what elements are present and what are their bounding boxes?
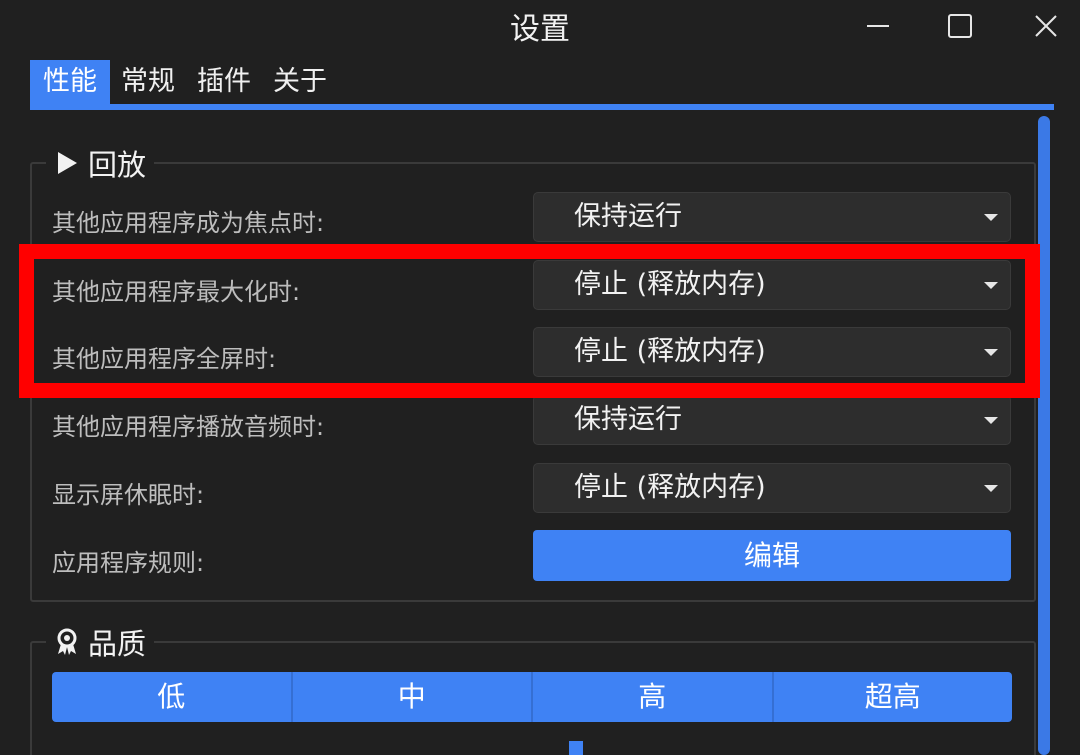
slider-handle[interactable]: [569, 741, 583, 755]
dropdown-value: 停止 (释放内存): [574, 472, 766, 503]
dropdown-value: 保持运行: [574, 201, 682, 232]
focus-label: 其他应用程序成为焦点时:: [52, 209, 325, 237]
window-title: 设置: [510, 12, 570, 47]
maximize-icon: [948, 14, 972, 38]
quality-group-title: 品质: [88, 627, 147, 661]
close-button[interactable]: [1020, 6, 1072, 46]
chevron-down-icon: [984, 417, 998, 424]
title-bar: 设置: [0, 0, 1080, 54]
quality-option-medium[interactable]: 中: [292, 672, 533, 722]
playback-group-title: 回放: [88, 148, 147, 182]
sleep-dropdown[interactable]: 停止 (释放内存): [533, 463, 1011, 513]
tab-about[interactable]: 关于: [262, 60, 338, 106]
dropdown-value: 保持运行: [574, 404, 682, 435]
edit-rules-button[interactable]: 编辑: [533, 530, 1011, 581]
close-icon: [1035, 15, 1057, 37]
quality-option-high[interactable]: 高: [533, 672, 774, 722]
tab-bar: 性能 常规 插件 关于: [30, 60, 338, 106]
dropdown-value: 停止 (释放内存): [574, 336, 766, 367]
focus-dropdown[interactable]: 保持运行: [533, 192, 1011, 242]
tab-underline: [30, 104, 1054, 110]
vertical-scrollbar[interactable]: [1038, 116, 1050, 755]
app-rules-label: 应用程序规则:: [52, 549, 205, 577]
tab-plugins[interactable]: 插件: [186, 60, 262, 106]
quality-option-low[interactable]: 低: [52, 672, 293, 722]
play-icon: [54, 148, 80, 178]
quality-option-ultra[interactable]: 超高: [773, 672, 1012, 722]
award-icon: [54, 627, 80, 657]
chevron-down-icon: [984, 349, 998, 356]
tab-performance[interactable]: 性能: [30, 60, 110, 106]
quality-selector: 低 中 高 超高: [52, 672, 1012, 722]
maximized-dropdown[interactable]: 停止 (释放内存): [533, 260, 1011, 310]
playback-group-header: 回放: [46, 140, 155, 186]
fullscreen-label: 其他应用程序全屏时:: [52, 345, 277, 373]
sleep-label: 显示屏休眠时:: [52, 481, 205, 509]
maximized-label: 其他应用程序最大化时:: [52, 278, 301, 306]
chevron-down-icon: [984, 282, 998, 289]
minimize-button[interactable]: [852, 6, 904, 46]
chevron-down-icon: [984, 214, 998, 221]
chevron-down-icon: [984, 485, 998, 492]
audio-dropdown[interactable]: 保持运行: [533, 395, 1011, 445]
dropdown-value: 停止 (释放内存): [574, 269, 766, 300]
tab-general[interactable]: 常规: [110, 60, 186, 106]
quality-group-header: 品质: [46, 619, 155, 665]
maximize-button[interactable]: [934, 6, 986, 46]
minimize-icon: [867, 25, 889, 27]
settings-window: 设置 性能 常规 插件 关于 回放 其他应用程序成为焦点时: 保持运行 其他应用…: [0, 0, 1080, 755]
fullscreen-dropdown[interactable]: 停止 (释放内存): [533, 327, 1011, 377]
audio-label: 其他应用程序播放音频时:: [52, 413, 325, 441]
